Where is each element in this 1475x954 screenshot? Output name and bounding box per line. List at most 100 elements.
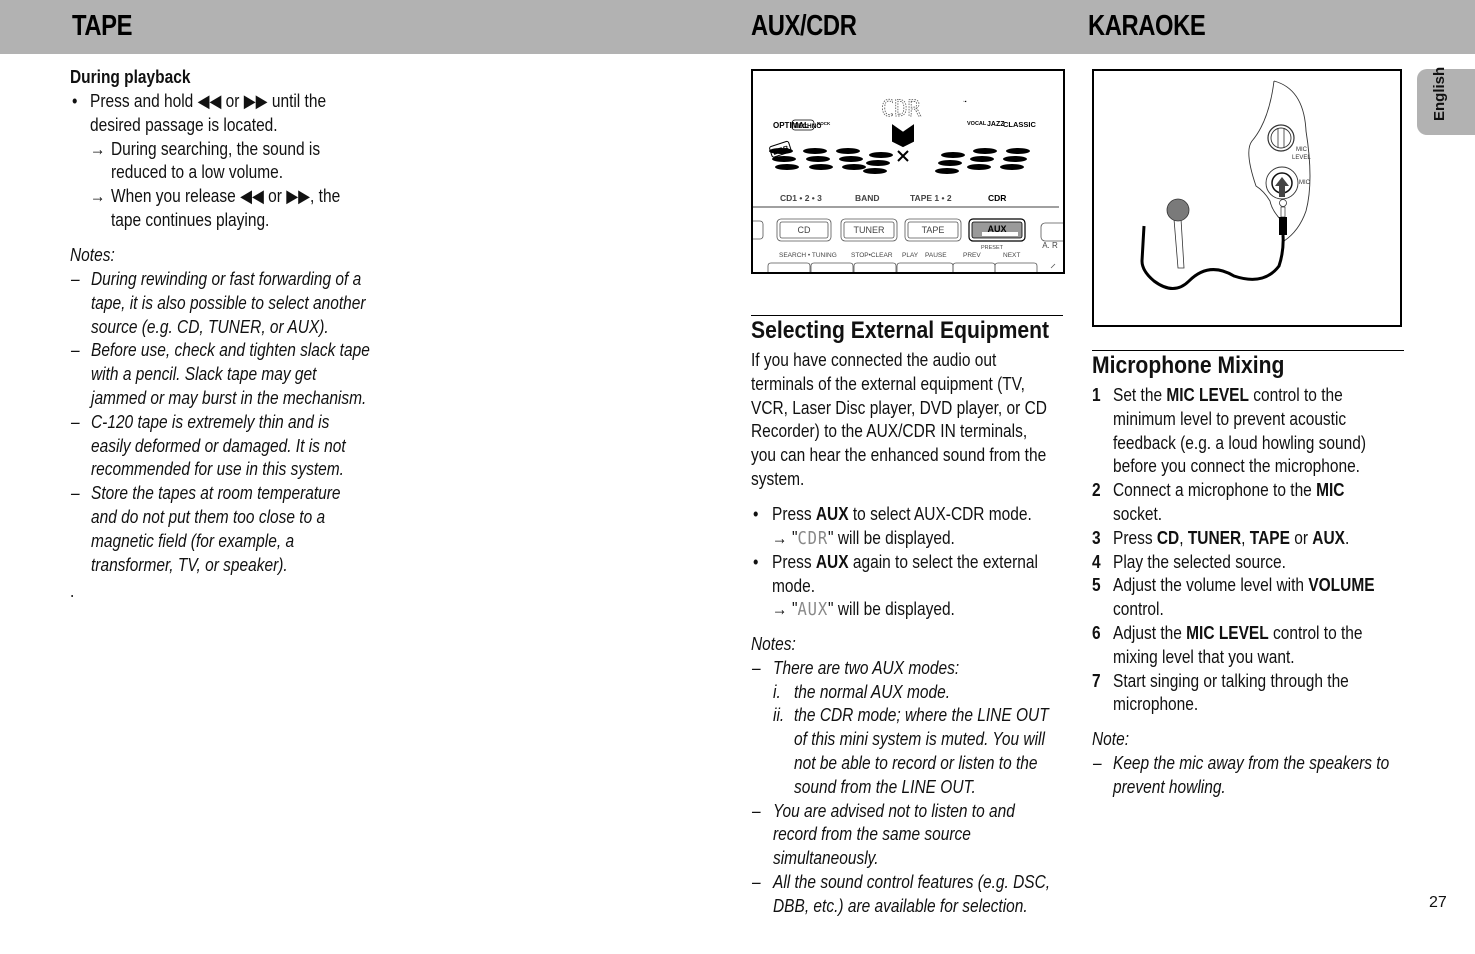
- spectrum-bar: [941, 152, 965, 158]
- arrow-right-icon: →: [90, 186, 106, 206]
- tuner-button-label: TUNER: [854, 225, 885, 235]
- tape-note-line: recommended for use in this system.: [91, 459, 344, 480]
- language-tab[interactable]: English: [1417, 67, 1475, 135]
- section-title-karaoke: KARAOKE: [1088, 10, 1206, 42]
- tape-result-line: reduced to a low volume.: [111, 162, 284, 182]
- remote-display-illustration: CDR ◦▪ OPTIMAL TECHNO ROCK VOCAL JAZZ CL…: [748, 97, 1068, 272]
- cd-button-label: CD: [798, 225, 811, 235]
- mic-level-label: MIC: [1296, 147, 1308, 153]
- tape-result-line: When you release ◀◀ or ▶▶, the: [111, 186, 341, 206]
- spectrum-bar: [866, 160, 890, 166]
- step-number: 7: [1092, 670, 1101, 691]
- dash: –: [752, 801, 761, 821]
- eq-label-vocal: VOCAL: [967, 121, 987, 127]
- source-label-band: BAND: [855, 193, 880, 203]
- aux-step-2-result: "AUX" will be displayed.: [792, 599, 955, 620]
- lcd-indicator: ◦▪: [963, 99, 967, 105]
- source-label-cdr: CDR: [988, 193, 1006, 203]
- eq-label-classic: CLASSIC: [1003, 120, 1037, 129]
- dash: –: [752, 872, 761, 892]
- dash: –: [71, 269, 80, 289]
- tape-result-line: During searching, the sound is: [111, 139, 321, 159]
- svg-text:LEVEL: LEVEL: [1292, 155, 1311, 161]
- aux-intro-line: you can hear the enhanced sound from the: [751, 445, 1047, 466]
- spectrum-analyzer: [769, 124, 1030, 174]
- aux-intro-line: terminals of the external equipment (TV,: [751, 373, 1025, 394]
- karaoke-step-line: before you connect the microphone.: [1113, 456, 1360, 477]
- spectrum-bar: [1003, 156, 1027, 162]
- aux-step-1-result: "CDR" will be displayed.: [792, 528, 955, 549]
- trailing-dot: .: [70, 581, 75, 601]
- mic-level-knob[interactable]: [1267, 124, 1295, 152]
- aux-note-2: simultaneously.: [773, 848, 879, 868]
- list-num: ii.: [773, 705, 785, 725]
- tape-note-line: transformer, TV, or speaker).: [91, 554, 288, 575]
- tape-note-line: jammed or may burst in the mechanism.: [91, 388, 367, 408]
- tape-note-line: Store the tapes at room temperature: [91, 483, 341, 504]
- step-number: 3: [1092, 527, 1101, 548]
- aux-step-2-line2: mode.: [772, 576, 816, 596]
- partial-button-left: [748, 220, 764, 240]
- tape-subheading: During playback: [70, 67, 191, 87]
- karaoke-step-line: microphone.: [1113, 694, 1199, 715]
- section-divider: [751, 315, 1063, 316]
- tape-bullet-line: desired passage is located.: [90, 115, 278, 135]
- step-number: 1: [1092, 385, 1101, 405]
- aux-intro-line: VCR, Laser Disc player, DVD player, or C…: [751, 397, 1047, 418]
- tape-note-line: easily deformed or damaged. It is not: [91, 435, 346, 456]
- preset-label: PRESET: [981, 245, 1004, 251]
- aux-note-1-item: of this mini system is muted. You will: [794, 729, 1045, 749]
- karaoke-note-label: Note:: [1092, 729, 1130, 749]
- section-title-tape: TAPE: [72, 10, 133, 42]
- spectrum-bar: [806, 156, 830, 162]
- label-prev: PREV: [963, 252, 981, 259]
- dash: –: [71, 340, 80, 361]
- remote-display-figure: CDR ◦▪ OPTIMAL TECHNO ROCK VOCAL JAZZ CL…: [748, 69, 1068, 274]
- label-stop-clear: STOP•CLEAR: [851, 252, 893, 259]
- karaoke-step-line: Start singing or talking through the: [1113, 670, 1349, 691]
- bottom-button-row: [767, 262, 1056, 272]
- tape-note-line: Before use, check and tighten slack tape: [91, 340, 370, 361]
- karaoke-step-line: Adjust the volume level with VOLUME: [1113, 575, 1375, 596]
- aux-note-2: You are advised not to listen to and: [773, 801, 1015, 821]
- tape-notes-label: Notes:: [70, 245, 115, 265]
- bullet-icon: •: [753, 504, 759, 524]
- tape-note-line: During rewinding or fast forwarding of a: [91, 269, 362, 289]
- spectrum-center: [892, 124, 914, 162]
- bullet-icon: •: [753, 552, 759, 572]
- karaoke-step-line: mixing level that you want.: [1113, 646, 1295, 667]
- aux-note-1: There are two AUX modes:: [773, 658, 960, 678]
- aux-intro-line: If you have connected the audio out: [751, 350, 997, 370]
- aux-note-3: DBB, etc.) are available for selection.: [773, 896, 1028, 916]
- label-search-tuning: SEARCH • TUNING: [779, 252, 837, 259]
- mic-label: MIC: [1299, 180, 1311, 186]
- spectrum-bar: [836, 148, 860, 154]
- spectrum-bar: [863, 168, 887, 174]
- tape-bullet-line: Press and hold ◀◀ or ▶▶ until the: [90, 91, 327, 111]
- tape-note-line: source (e.g. CD, TUNER, or AUX).: [91, 316, 329, 337]
- aux-note-1-item: the CDR mode; where the LINE OUT: [794, 705, 1049, 725]
- tape-result-line: tape continues playing.: [111, 210, 270, 230]
- source-label-tape: TAPE 1 • 2: [910, 193, 952, 203]
- step-number: 2: [1092, 480, 1101, 501]
- spectrum-bar: [935, 168, 959, 174]
- tape-note-line: and do not put them too close to a: [91, 507, 326, 527]
- spectrum-bar: [775, 164, 799, 170]
- step-number: 4: [1092, 551, 1101, 572]
- spectrum-bar: [970, 156, 994, 162]
- spectrum-bar: [772, 156, 796, 162]
- dash: –: [752, 658, 761, 678]
- aux-intro-line: Recorder) to the AUX/CDR IN terminals,: [751, 421, 1028, 442]
- section-title-aux-cdr: AUX/CDR: [751, 10, 857, 42]
- karaoke-step-line: Set the MIC LEVEL control to the: [1113, 385, 1343, 405]
- aux-heading: Selecting External Equipment: [751, 317, 1050, 344]
- karaoke-step-line: Connect a microphone to the MIC: [1113, 480, 1345, 501]
- spectrum-bar: [803, 148, 827, 154]
- aux-intro-line: system.: [751, 469, 805, 489]
- spectrum-bar: [1006, 148, 1030, 154]
- microphone-illustration: MIC LEVEL MIC: [1140, 80, 1311, 290]
- aux-note-1-item: sound from the LINE OUT.: [794, 777, 976, 797]
- arrow-right-icon: →: [772, 528, 788, 548]
- mic-plug: [1279, 217, 1287, 235]
- ar-label: A. R: [1042, 241, 1058, 250]
